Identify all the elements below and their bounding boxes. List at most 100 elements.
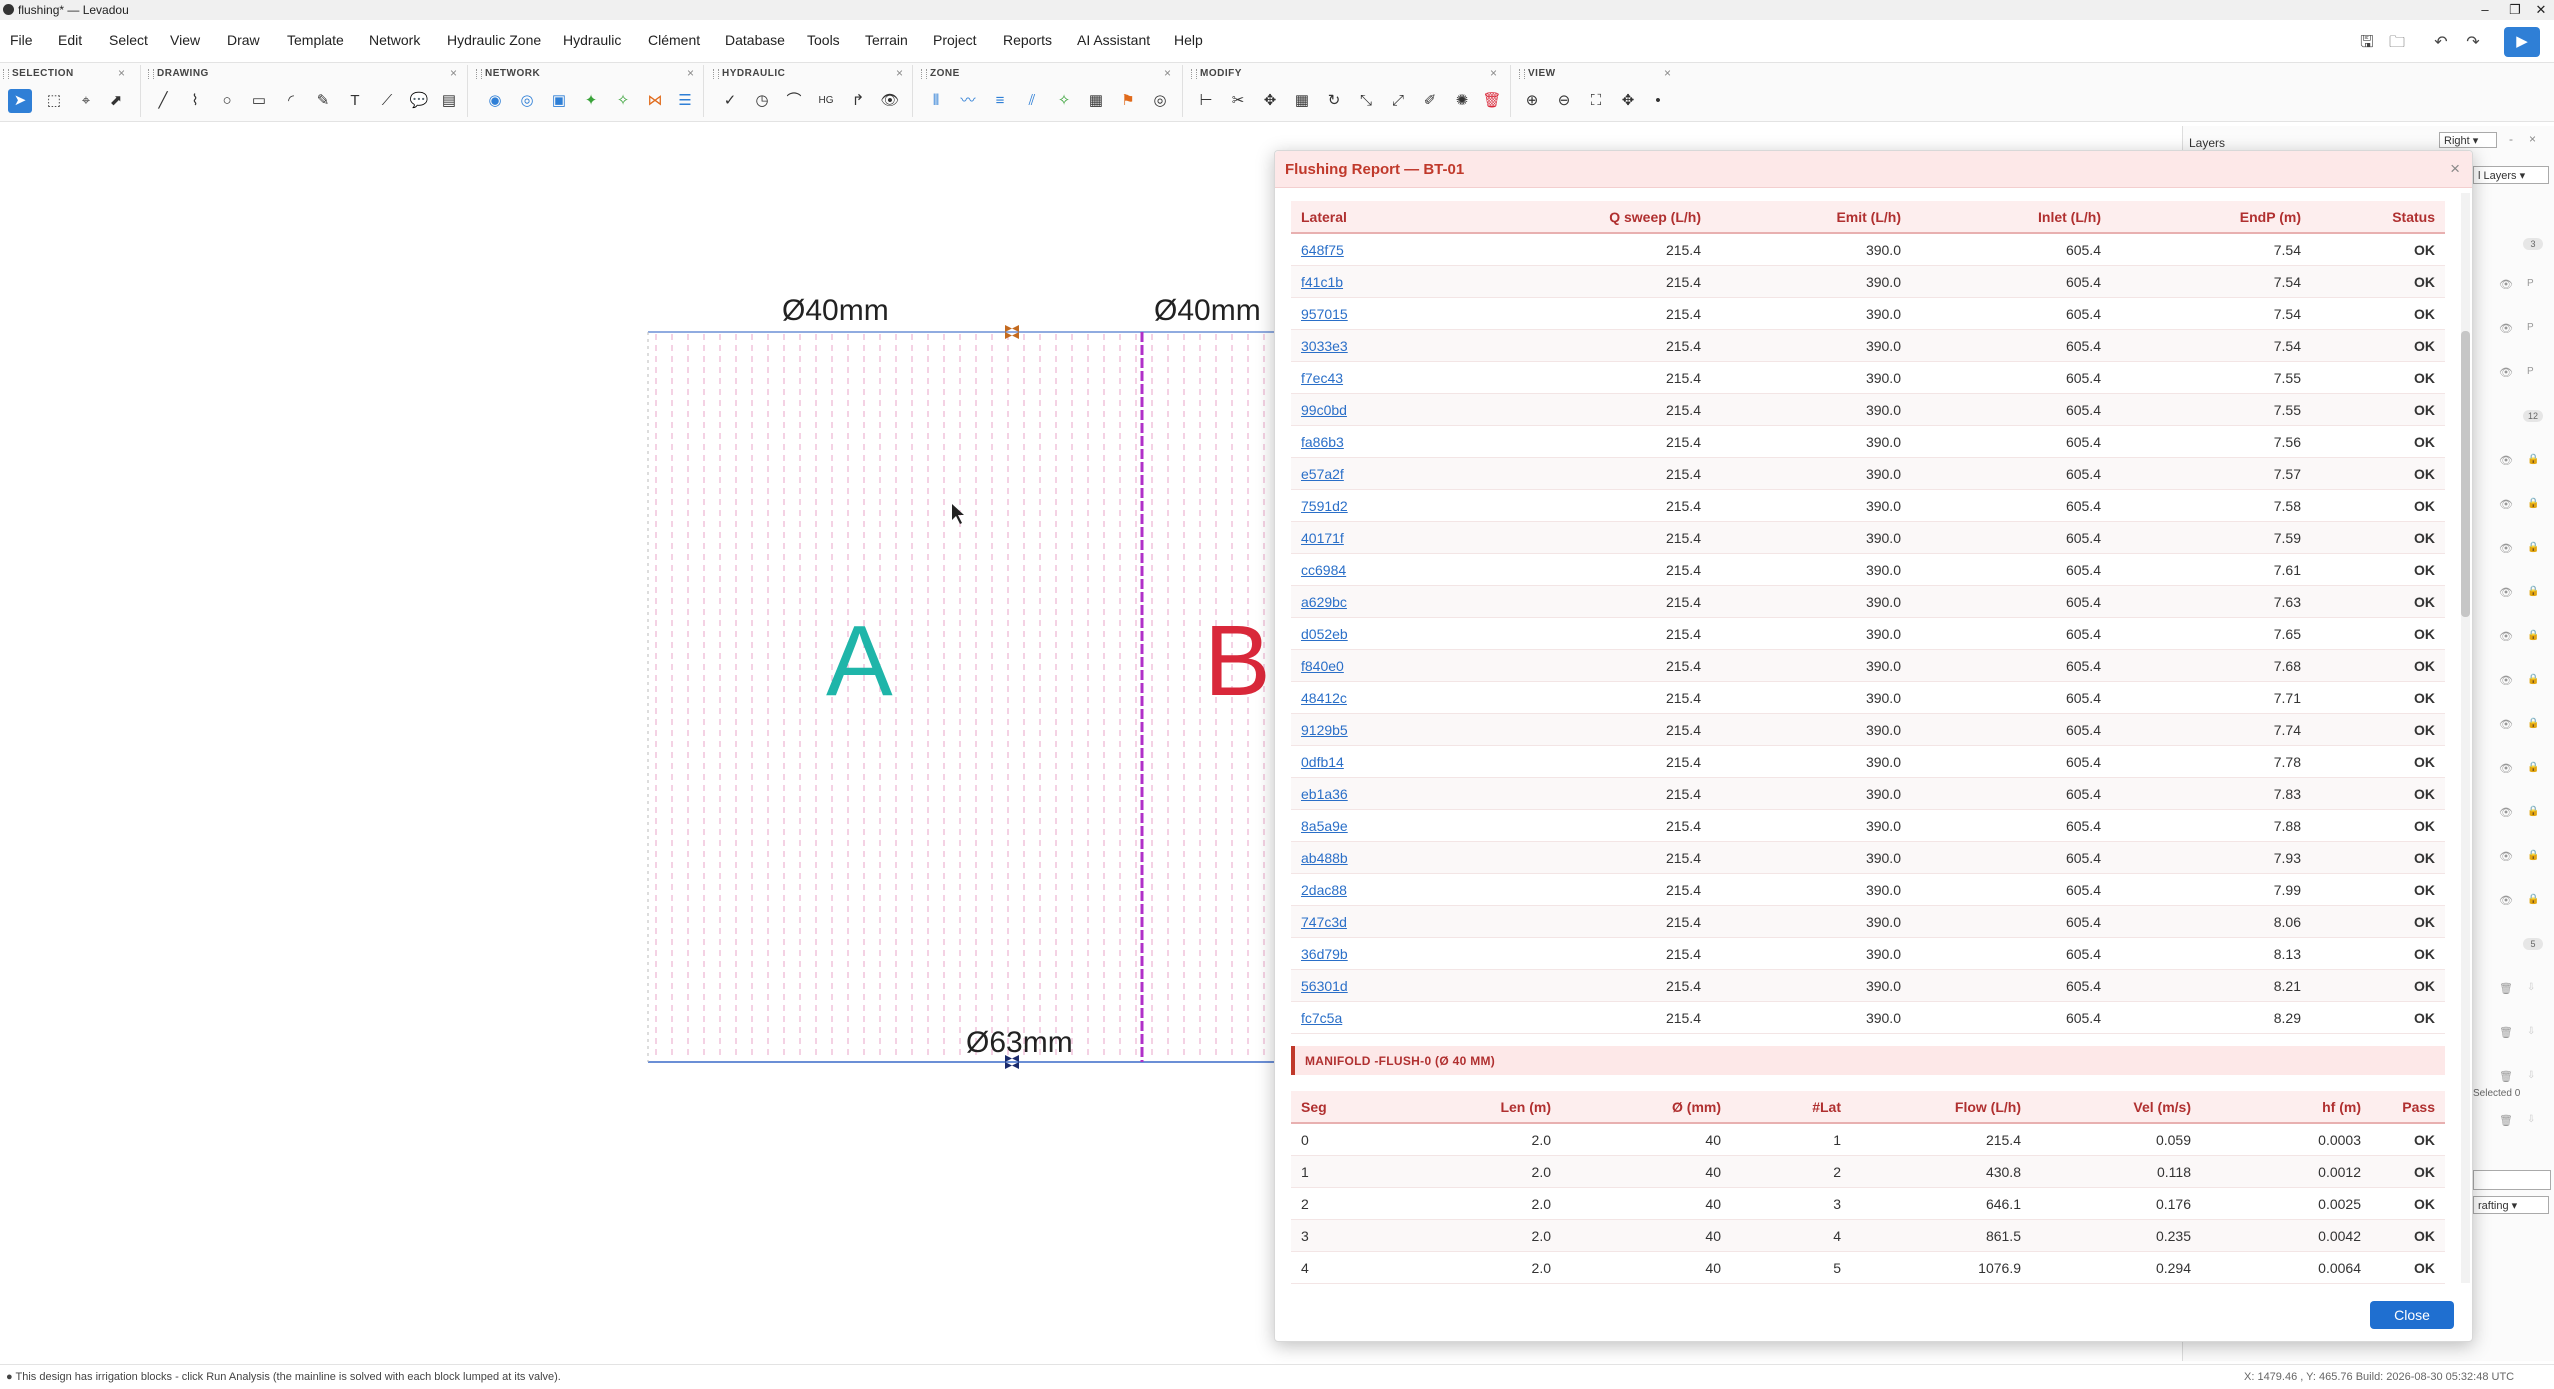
lock-icon[interactable]: 🔒 [2527,806,2539,817]
trash-icon[interactable]: 🗑 [2499,1070,2513,1083]
column-header[interactable]: Len (m) [1391,1091,1561,1124]
eye-icon[interactable]: 👁 [2499,366,2513,379]
menu-reports[interactable]: Reports [1003,32,1052,48]
menu-project[interactable]: Project [933,32,977,48]
curve-icon[interactable]: ⌒ [782,89,806,113]
column-header[interactable]: hf (m) [2201,1091,2371,1124]
delete-icon[interactable]: 🗑 [1480,89,1504,113]
lock-icon[interactable]: 🔒 [2527,454,2539,465]
eye-icon[interactable]: 👁 [2499,806,2513,819]
lateral-link[interactable]: f840e0 [1291,649,1451,682]
drag-handle-icon[interactable] [148,69,154,79]
scrollbar-thumb[interactable] [2461,331,2470,617]
menu-clement[interactable]: Clément [648,32,700,48]
arc-icon[interactable]: ◜ [279,89,303,113]
pan-icon[interactable]: ✥ [1616,89,1640,113]
eye-icon[interactable]: 👁 [878,89,902,113]
menu-network[interactable]: Network [369,32,420,48]
polyline-icon[interactable]: ⌇ [183,89,207,113]
lateral-link[interactable]: eb1a36 [1291,777,1451,810]
drag-handle-icon[interactable] [3,69,9,79]
pin-icon[interactable]: ⇩ [2527,1026,2535,1037]
redo-icon[interactable]: ↷ [2460,30,2486,56]
line-icon[interactable]: ╱ [151,89,175,113]
pin-icon[interactable]: ⇩ [2527,982,2535,993]
save-icon[interactable]: 🖫 [2354,30,2380,56]
zone-target-icon[interactable]: ◎ [1148,89,1172,113]
menu-file[interactable]: File [10,32,33,48]
rectangle-icon[interactable]: ▭ [247,89,271,113]
undo-icon[interactable]: ↶ [2428,30,2454,56]
column-header[interactable]: Inlet (L/h) [1911,201,2111,234]
close-icon[interactable]: × [1164,66,1171,80]
check-circle-icon[interactable]: ✓ [718,89,742,113]
close-window-button[interactable]: ✕ [2526,0,2554,20]
close-icon[interactable]: × [450,66,457,80]
pin-icon[interactable]: ⇩ [2527,1070,2535,1081]
eye-icon[interactable]: 👁 [2499,498,2513,511]
lock-icon[interactable]: 🔒 [2527,762,2539,773]
column-header[interactable]: Lateral [1291,201,1451,234]
eye-icon[interactable]: 👁 [2499,850,2513,863]
menu-template[interactable]: Template [287,32,344,48]
lock-icon[interactable]: P [2527,322,2534,333]
close-icon[interactable]: × [118,66,125,80]
lateral-link[interactable]: 7591d2 [1291,489,1451,522]
measure-icon[interactable]: ⊢ [1194,89,1218,113]
lateral-link[interactable]: d052eb [1291,617,1451,650]
column-header[interactable]: #Lat [1731,1091,1851,1124]
zone-split-icon[interactable]: ⫽ [1020,89,1044,113]
lateral-link[interactable]: 2dac88 [1291,873,1451,906]
array-icon[interactable]: ▦ [1290,89,1314,113]
lateral-link[interactable]: 56301d [1291,969,1451,1002]
run-analysis-button[interactable]: ▶ [2504,27,2540,57]
table-icon[interactable]: ▤ [437,89,461,113]
valve-icon[interactable]: ⋈ [643,89,667,113]
menu-select[interactable]: Select [109,32,148,48]
lock-icon[interactable]: 🔒 [2527,498,2539,509]
hydrant-icon[interactable]: ✦ [579,89,603,113]
lasso-select-icon[interactable]: ⌖ [74,89,98,113]
rectangle-select-icon[interactable]: ⬚ [42,89,66,113]
lateral-link[interactable]: 40171f [1291,521,1451,554]
eye-icon[interactable]: 👁 [2499,718,2513,731]
lock-icon[interactable]: 🔒 [2527,718,2539,729]
gauge-icon[interactable]: ◷ [750,89,774,113]
lock-icon[interactable]: 🔒 [2527,542,2539,553]
node-icon[interactable]: ✧ [611,89,635,113]
hg-icon[interactable]: HG [814,89,838,113]
column-header[interactable]: Seg [1291,1091,1391,1124]
eye-icon[interactable]: 👁 [2499,630,2513,643]
column-header[interactable]: Q sweep (L/h) [1451,201,1711,234]
zoom-out-icon[interactable]: ⊖ [1552,89,1576,113]
close-icon[interactable]: × [687,66,694,80]
trash-icon[interactable]: 🗑 [2499,982,2513,995]
lock-icon[interactable]: 🔒 [2527,586,2539,597]
folder-icon[interactable]: 🗀 [2384,30,2410,56]
drawing-canvas[interactable]: Ø40mm Ø40mm Ø63mm A B [0,122,1370,1362]
zone-block-icon[interactable]: ⫴ [924,89,948,113]
pump-icon[interactable]: ◎ [515,89,539,113]
column-header[interactable]: Pass [2371,1091,2445,1124]
column-header[interactable]: Vel (m/s) [2031,1091,2201,1124]
mode-select[interactable]: rafting ▾ [2473,1196,2549,1214]
lateral-link[interactable]: fc7c5a [1291,1001,1451,1034]
lateral-link[interactable]: f41c1b [1291,265,1451,298]
menu-edit[interactable]: Edit [58,32,82,48]
close-icon[interactable]: × [1664,66,1671,80]
lock-icon[interactable]: P [2527,278,2534,289]
search-field[interactable] [2473,1170,2551,1190]
eye-icon[interactable]: 👁 [2499,894,2513,907]
close-icon[interactable]: × [2450,159,2460,179]
lateral-link[interactable]: fa86b3 [1291,425,1451,458]
minimize-panel-icon[interactable]: - [2509,132,2513,146]
menu-database[interactable]: Database [725,32,785,48]
column-header[interactable]: Ø (mm) [1561,1091,1731,1124]
edit-icon[interactable]: ✐ [1418,89,1442,113]
lateral-link[interactable]: 36d79b [1291,937,1451,970]
lateral-link[interactable]: 747c3d [1291,905,1451,938]
drag-handle-icon[interactable] [921,69,927,79]
circle-icon[interactable]: ○ [215,89,239,113]
callout-icon[interactable]: 💬 [407,89,431,113]
zoom-in-icon[interactable]: ⊕ [1520,89,1544,113]
